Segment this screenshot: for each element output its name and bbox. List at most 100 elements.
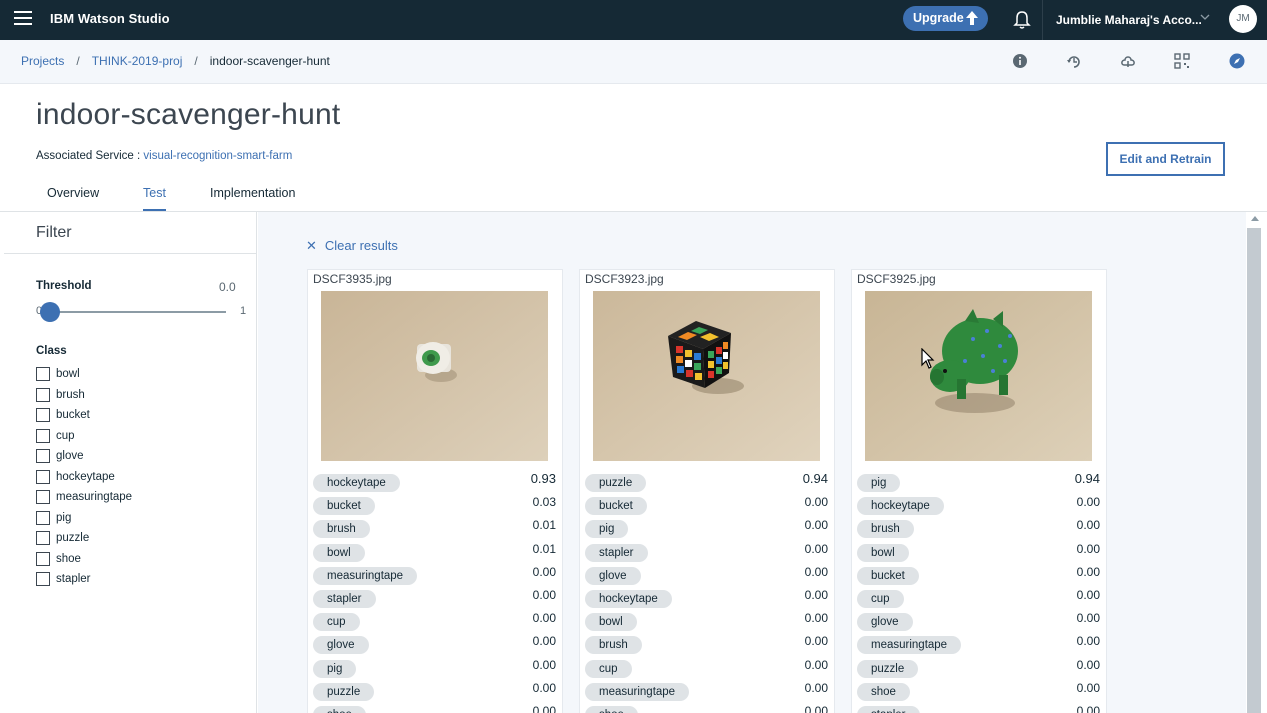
confidence-score: 0.00: [1076, 657, 1100, 672]
class-label-text: brush: [56, 388, 85, 401]
score-row: bowl 0.01: [313, 541, 556, 562]
hamburger-menu-icon[interactable]: [14, 11, 32, 27]
account-switcher[interactable]: Jumblie Maharaj's Acco...: [1042, 0, 1222, 40]
breadcrumb: Projects / THINK-2019-proj / indoor-scavenge…: [21, 54, 330, 68]
checkbox[interactable]: [36, 367, 50, 382]
slider-max-label: 1: [240, 305, 247, 317]
class-checkbox-item[interactable]: bowl: [36, 364, 132, 385]
confidence-score: 0.01: [532, 518, 556, 533]
confidence-score: 0.94: [802, 471, 828, 486]
breadcrumb-projects[interactable]: Projects: [21, 54, 64, 68]
confidence-score: 0.00: [532, 611, 556, 626]
image-filename: DSCF3923.jpg: [585, 272, 664, 286]
checkbox[interactable]: [36, 469, 50, 484]
edit-and-retrain-button[interactable]: Edit and Retrain: [1106, 142, 1225, 176]
scrollbar-thumb[interactable]: [1247, 228, 1261, 713]
score-row: measuringtape 0.00: [585, 681, 828, 701]
class-checkbox-item[interactable]: shoe: [36, 549, 132, 570]
avatar[interactable]: JM: [1229, 5, 1257, 33]
class-checkbox-item[interactable]: bucket: [36, 405, 132, 426]
class-checkbox-list: bowl brush bucket cup glove hockeytape measuri…: [36, 364, 132, 590]
checkbox[interactable]: [36, 490, 50, 505]
app-brand[interactable]: IBM Watson Studio: [50, 11, 170, 26]
checkbox[interactable]: [36, 408, 50, 423]
score-row: shoe 0.00: [313, 704, 556, 713]
class-chip: brush: [313, 520, 370, 539]
score-row: bucket 0.00: [857, 565, 1100, 585]
score-row: stapler 0.00: [857, 704, 1100, 713]
class-label-text: glove: [56, 450, 84, 463]
threshold-slider[interactable]: [40, 302, 226, 322]
top-navigation-bar: IBM Watson Studio Upgrade Jumblie Mahara…: [0, 0, 1267, 40]
class-checkbox-item[interactable]: brush: [36, 385, 132, 406]
class-label-text: stapler: [56, 573, 91, 586]
info-icon[interactable]: [1012, 53, 1028, 69]
tab-test[interactable]: Test: [143, 186, 166, 211]
compass-icon[interactable]: [1229, 53, 1245, 69]
class-chip: puzzle: [585, 474, 647, 492]
class-label-text: bowl: [56, 368, 80, 381]
score-row: hockeytape 0.00: [585, 588, 828, 608]
checkbox[interactable]: [36, 387, 50, 402]
deploy-icon[interactable]: [1120, 53, 1136, 69]
confidence-score: 0.00: [1076, 541, 1100, 556]
confidence-score: 0.00: [804, 518, 828, 533]
class-checkbox-item[interactable]: puzzle: [36, 528, 132, 549]
associated-service-link[interactable]: visual-recognition-smart-farm: [143, 150, 292, 162]
checkbox[interactable]: [36, 531, 50, 546]
checkbox[interactable]: [36, 510, 50, 525]
confidence-score: 0.00: [804, 634, 828, 649]
tab-implementation[interactable]: Implementation: [210, 186, 295, 200]
class-checkbox-item[interactable]: cup: [36, 426, 132, 447]
checkbox[interactable]: [36, 551, 50, 566]
scrollbar[interactable]: [1246, 212, 1267, 713]
confidence-score: 0.00: [804, 564, 828, 579]
confidence-score: 0.00: [1076, 634, 1100, 649]
threshold-label: Threshold: [36, 280, 92, 292]
class-chip: measuringtape: [585, 682, 690, 701]
confidence-score: 0.00: [1076, 611, 1100, 626]
checkbox[interactable]: [36, 428, 50, 443]
score-row: bucket 0.03: [313, 495, 556, 516]
clear-results-button[interactable]: ✕ Clear results: [306, 238, 398, 254]
tape-roll-image[interactable]: [321, 291, 548, 461]
history-icon[interactable]: [1066, 53, 1082, 69]
class-chip: stapler: [313, 590, 376, 608]
upgrade-label: Upgrade: [913, 11, 964, 25]
rubiks-cube-image[interactable]: [593, 291, 820, 461]
class-chip: puzzle: [857, 659, 919, 678]
checkbox[interactable]: [36, 572, 50, 587]
class-checkbox-item[interactable]: hockeytape: [36, 467, 132, 488]
score-row: bowl 0.00: [857, 541, 1100, 562]
green-toy-pig-image[interactable]: [865, 291, 1092, 461]
class-chip: bucket: [585, 497, 647, 516]
upgrade-button[interactable]: Upgrade: [903, 6, 988, 31]
tab-overview[interactable]: Overview: [47, 186, 99, 200]
qr-code-icon[interactable]: [1174, 53, 1190, 69]
confidence-score: 0.00: [1076, 518, 1100, 533]
confidence-score: 0.00: [804, 657, 828, 672]
confidence-score: 0.00: [532, 657, 556, 672]
scroll-up-arrow-icon[interactable]: [1251, 216, 1259, 221]
class-label-text: shoe: [56, 552, 81, 565]
notification-bell-icon[interactable]: [1013, 10, 1031, 30]
confidence-score: 0.01: [532, 541, 556, 556]
class-checkbox-item[interactable]: glove: [36, 446, 132, 467]
score-row: pig 0.00: [585, 518, 828, 539]
slider-thumb[interactable]: [40, 302, 60, 322]
class-checkbox-item[interactable]: measuringtape: [36, 487, 132, 508]
close-icon: ✕: [306, 238, 317, 253]
breadcrumb-current: indoor-scavenger-hunt: [209, 54, 330, 68]
checkbox[interactable]: [36, 449, 50, 464]
class-label-text: cup: [56, 429, 75, 442]
breadcrumb-project[interactable]: THINK-2019-proj: [92, 54, 183, 68]
associated-service-label: Associated Service :: [36, 150, 144, 162]
confidence-score: 0.00: [1076, 588, 1100, 602]
class-chip: glove: [857, 613, 913, 632]
class-checkbox-item[interactable]: pig: [36, 508, 132, 529]
class-label-text: puzzle: [56, 532, 90, 545]
class-checkbox-item[interactable]: stapler: [36, 569, 132, 590]
tape-roll-photo-icon: [321, 291, 548, 461]
score-row: bucket 0.00: [585, 495, 828, 516]
class-chip: hockeytape: [857, 497, 944, 516]
